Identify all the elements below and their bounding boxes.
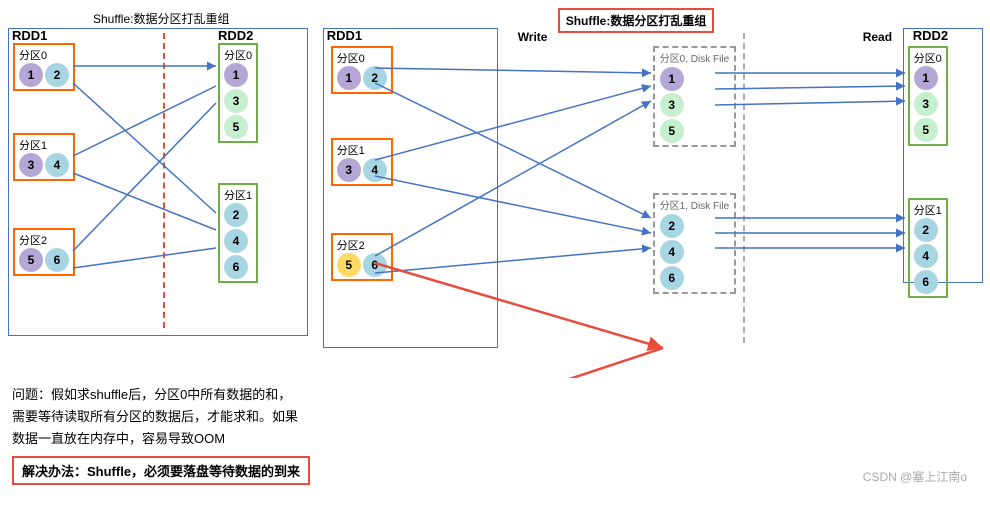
rnum-1: 1 — [224, 63, 248, 87]
rnum-6: 6 — [224, 255, 248, 279]
left-rdd1-title: RDD1 — [12, 28, 47, 43]
bottom-area: 问题：假如求shuffle后，分区0中所有数据的和， 需要等待读取所有分区的数据… — [8, 384, 982, 485]
solution-box: 解决办法：Shuffle，必须要落盘等待数据的到来 — [12, 456, 310, 485]
right-shuffle-box: Shuffle:数据分区打乱重组 — [558, 8, 715, 33]
read-label: Read — [863, 30, 892, 44]
num-2: 2 — [45, 63, 69, 87]
disk-dashed-line — [743, 33, 745, 343]
left-p1: 分区1 3 4 — [13, 133, 75, 181]
num-4: 4 — [45, 153, 69, 177]
diagrams-row: RDD1 Shuffle:数据分区打乱重组 RDD2 分区0 1 2 分 — [8, 8, 982, 378]
num-6: 6 — [45, 248, 69, 272]
disk-p1: 分区1, Disk File 2 4 6 — [653, 193, 736, 294]
disk-p0: 分区0, Disk File 1 3 5 — [653, 46, 736, 147]
right-p1-label: 分区1 — [224, 187, 252, 203]
num-5: 5 — [19, 248, 43, 272]
rnum-5: 5 — [224, 115, 248, 139]
left-p1-label: 分区1 — [19, 137, 69, 153]
r-right-p1: 分区1 2 4 6 — [908, 198, 948, 298]
right-rdd1-title: RDD1 — [327, 28, 362, 43]
rnum-2: 2 — [224, 203, 248, 227]
right-diagram: RDD1 Shuffle:数据分区打乱重组 RDD2 Write Read — [323, 8, 982, 378]
num-3: 3 — [19, 153, 43, 177]
rnum-4: 4 — [224, 229, 248, 253]
left-p2: 分区2 5 6 — [13, 228, 75, 276]
right-p1: 分区1 2 4 6 — [218, 183, 258, 283]
main-container: RDD1 Shuffle:数据分区打乱重组 RDD2 分区0 1 2 分 — [0, 0, 990, 509]
r-left-p1: 分区1 3 4 — [331, 138, 393, 186]
left-p0: 分区0 1 2 — [13, 43, 75, 91]
left-dashed-line — [163, 33, 165, 328]
rnum-3: 3 — [224, 89, 248, 113]
write-label: Write — [518, 30, 548, 44]
left-p0-label: 分区0 — [19, 47, 69, 63]
bottom-text: 问题：假如求shuffle后，分区0中所有数据的和， 需要等待读取所有分区的数据… — [12, 384, 310, 450]
r-left-p0: 分区0 1 2 — [331, 46, 393, 94]
left-rdd2-title: RDD2 — [218, 28, 253, 43]
left-diagram: RDD1 Shuffle:数据分区打乱重组 RDD2 分区0 1 2 分 — [8, 8, 308, 338]
watermark: CSDN @塞上江南o — [863, 468, 967, 485]
bottom-left: 问题：假如求shuffle后，分区0中所有数据的和， 需要等待读取所有分区的数据… — [12, 384, 310, 485]
r-right-p0: 分区0 1 3 5 — [908, 46, 948, 146]
left-shuffle-label: Shuffle:数据分区打乱重组 — [93, 10, 229, 27]
right-p0: 分区0 1 3 5 — [218, 43, 258, 143]
right-p0-label: 分区0 — [224, 47, 252, 63]
num-1: 1 — [19, 63, 43, 87]
left-p2-label: 分区2 — [19, 232, 69, 248]
r-left-p2: 分区2 5 6 — [331, 233, 393, 281]
